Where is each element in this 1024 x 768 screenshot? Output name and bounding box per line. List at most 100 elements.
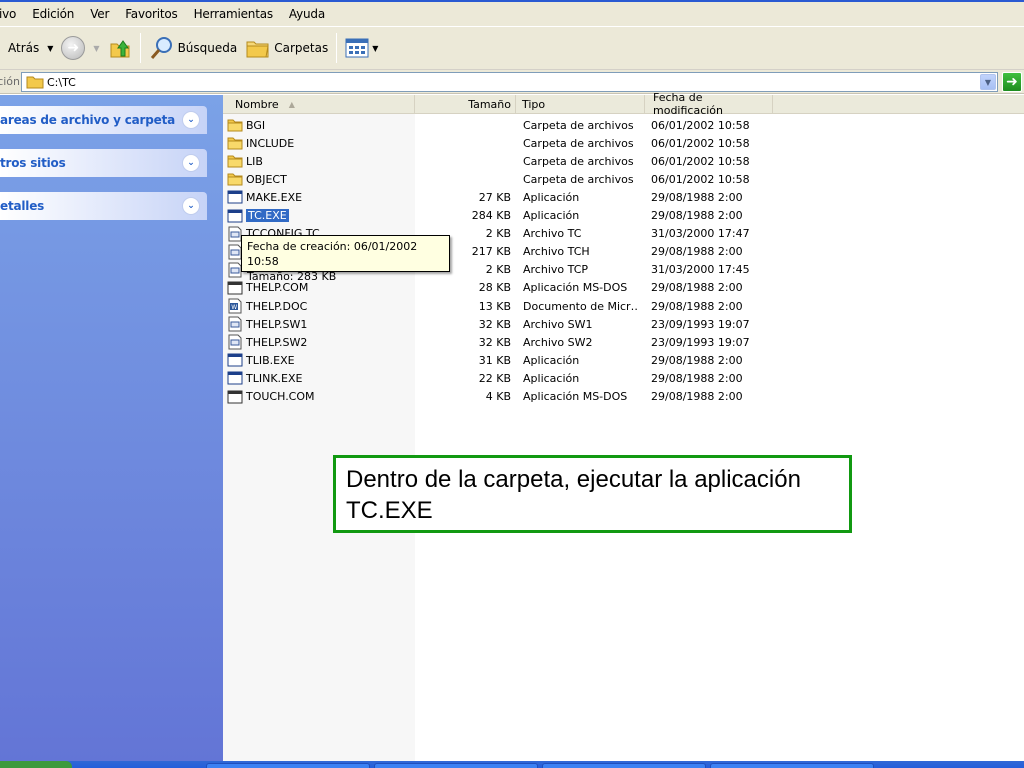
taskbar-item[interactable] <box>542 763 706 768</box>
back-dropdown-icon[interactable]: ▼ <box>47 44 53 53</box>
address-label: ción <box>0 75 20 88</box>
menu-ayuda[interactable]: Ayuda <box>289 7 333 21</box>
panel-title: areas de archivo y carpeta <box>0 113 175 127</box>
search-label: Búsqueda <box>177 41 238 55</box>
folders-label: Carpetas <box>274 41 329 55</box>
taskbar-item[interactable] <box>374 763 538 768</box>
file-name-cell[interactable]: THELP.SW2 <box>227 333 413 351</box>
file-name-cell[interactable]: TOUCH.COM <box>227 388 413 406</box>
file-list[interactable]: Nombre ▲ Tamaño Tipo Fecha de modificaci… <box>223 91 1024 762</box>
file-date: 29/08/1988 2:00 <box>651 190 743 204</box>
file-row[interactable]: BGI Carpeta de archivos 06/01/2002 10:58 <box>223 116 1024 134</box>
file-name: TOUCH.COM <box>246 390 315 403</box>
expand-chevron-icon[interactable]: ⌄ <box>182 154 200 172</box>
task-pane: areas de archivo y carpeta ⌄ tros sitios… <box>0 95 223 762</box>
back-button[interactable]: Atrás ▼ <box>4 31 57 65</box>
file-name-cell[interactable]: INCLUDE <box>227 134 413 152</box>
file-name: OBJECT <box>246 172 287 186</box>
address-dropdown-icon[interactable]: ▼ <box>980 74 996 90</box>
file-name-cell[interactable]: LIB <box>227 152 413 170</box>
file-date: 29/08/1988 2:00 <box>651 371 743 385</box>
tooltip-created-date: Fecha de creación: 06/01/2002 10:58 <box>247 240 418 268</box>
folder-icon <box>26 76 44 89</box>
file-row[interactable]: THELP.SW2 32 KB Archivo SW2 23/09/1993 19:0… <box>223 333 1024 351</box>
file-name: THELP.DOC <box>246 299 308 313</box>
menu-archivo[interactable]: ivo <box>0 7 24 21</box>
file-date: 06/01/2002 10:58 <box>651 136 750 150</box>
expand-chevron-icon[interactable]: ⌄ <box>182 197 200 215</box>
file-name: TC.EXE <box>246 209 289 222</box>
file-row[interactable]: TOUCH.COM 4 KB Aplicación MS-DOS 29/08/1988… <box>223 388 1024 406</box>
search-button[interactable]: Búsqueda <box>145 31 242 65</box>
folders-button[interactable]: Carpetas <box>241 31 332 65</box>
file-size <box>415 152 511 170</box>
folder-icon <box>227 117 243 133</box>
file-row[interactable]: MAKE.EXE 27 KB Aplicación 29/08/1988 2:00 <box>223 188 1024 206</box>
file-name-cell[interactable]: OBJECT <box>227 170 413 188</box>
file-row[interactable]: INCLUDE Carpeta de archivos 06/01/2002 10:… <box>223 134 1024 152</box>
menu-edicion[interactable]: Edición <box>32 7 82 21</box>
file-size: 32 KB <box>478 335 511 349</box>
column-header-bar: Nombre ▲ Tamaño Tipo Fecha de modificaci… <box>223 91 1024 117</box>
go-button[interactable]: ➜ <box>1002 72 1022 92</box>
file-type: Archivo SW2 <box>523 335 593 349</box>
panel-other-places[interactable]: tros sitios ⌄ <box>0 149 207 177</box>
expand-chevron-icon[interactable]: ⌄ <box>182 111 200 129</box>
file-row[interactable]: TC.EXE 284 KB Aplicación 29/08/1988 2:00 <box>223 207 1024 225</box>
app-icon <box>227 189 243 205</box>
file-type: Carpeta de archivos <box>523 118 634 132</box>
file-size <box>415 134 511 152</box>
file-date: 06/01/2002 10:58 <box>651 154 750 168</box>
file-type: Archivo TC <box>523 227 582 241</box>
file-date: 29/08/1988 2:00 <box>651 353 743 367</box>
up-folder-button[interactable] <box>104 31 136 65</box>
column-header-type[interactable]: Tipo <box>516 95 645 113</box>
file-type: Aplicación <box>523 209 580 222</box>
file-size: 13 KB <box>478 299 511 313</box>
file-type: Aplicación <box>523 190 580 204</box>
file-name-cell[interactable]: TC.EXE <box>227 207 413 225</box>
file-name-cell[interactable]: BGI <box>227 116 413 134</box>
file-row[interactable]: THELP.SW1 32 KB Archivo SW1 23/09/1993 19:0… <box>223 315 1024 333</box>
folder-icon <box>227 153 243 169</box>
file-date: 29/08/1988 2:00 <box>651 281 743 295</box>
menu-ver[interactable]: Ver <box>90 7 117 21</box>
file-row[interactable]: W THELP.DOC 13 KB Documento de Micr… 29/08/1… <box>223 297 1024 315</box>
up-folder-icon <box>110 40 130 58</box>
file-name: TLINK.EXE <box>246 371 303 385</box>
menu-favoritos[interactable]: Favoritos <box>125 7 185 21</box>
file-name-cell[interactable]: W THELP.DOC <box>227 297 413 315</box>
app-icon <box>227 370 243 386</box>
file-name-cell[interactable]: MAKE.EXE <box>227 188 413 206</box>
column-header-size[interactable]: Tamaño <box>415 95 516 113</box>
file-row[interactable]: TLINK.EXE 22 KB Aplicación 29/08/1988 2:00 <box>223 369 1024 387</box>
file-row[interactable]: TLIB.EXE 31 KB Aplicación 29/08/1988 2:00 <box>223 351 1024 369</box>
menu-herramientas[interactable]: Herramientas <box>194 7 281 21</box>
file-name-cell[interactable]: TLINK.EXE <box>227 369 413 387</box>
file-row[interactable]: OBJECT Carpeta de archivos 06/01/2002 10:5… <box>223 170 1024 188</box>
views-icon <box>345 38 369 58</box>
panel-file-folder-tasks[interactable]: areas de archivo y carpeta ⌄ <box>0 106 207 134</box>
column-date-label: Fecha de modificación <box>653 91 724 117</box>
file-size: 22 KB <box>478 371 511 385</box>
column-header-date[interactable]: Fecha de modificación <box>645 91 773 117</box>
forward-button[interactable]: ➜ ▼ <box>57 31 103 65</box>
panel-title: etalles <box>0 199 45 213</box>
address-input[interactable]: C:\TC ▼ <box>21 72 998 92</box>
file-row[interactable]: LIB Carpeta de archivos 06/01/2002 10:58 <box>223 152 1024 170</box>
taskbar-item[interactable] <box>206 763 370 768</box>
folders-icon <box>246 41 269 58</box>
column-header-name[interactable]: Nombre ▲ <box>223 95 415 113</box>
panel-details[interactable]: etalles ⌄ <box>0 192 207 220</box>
file-date: 29/08/1988 2:00 <box>651 209 743 222</box>
views-button[interactable]: ▼ <box>341 31 382 65</box>
file-type: Aplicación MS-DOS <box>523 281 628 295</box>
back-label: Atrás <box>8 41 40 55</box>
file-name-cell[interactable]: THELP.SW1 <box>227 315 413 333</box>
start-button[interactable] <box>0 761 72 768</box>
svg-text:W: W <box>231 304 237 311</box>
file-name-cell[interactable]: TLIB.EXE <box>227 351 413 369</box>
instruction-line-2: TC.EXE <box>346 497 433 524</box>
dos-app-icon <box>227 389 243 405</box>
taskbar-item[interactable] <box>710 763 874 768</box>
